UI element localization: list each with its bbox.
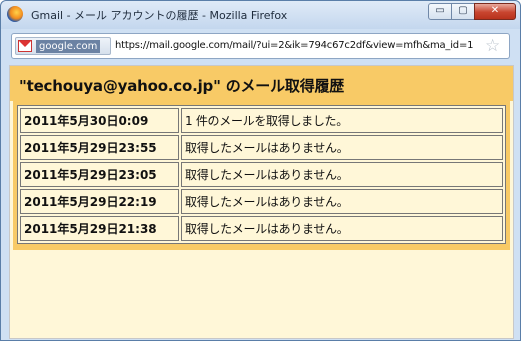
site-label: google.com — [36, 40, 101, 53]
row-date: 2011年5月29日21:38 — [20, 216, 179, 241]
site-identity-button[interactable]: google.com — [15, 37, 111, 55]
gmail-icon — [18, 40, 32, 52]
row-message: 取得したメールはありません。 — [181, 216, 503, 241]
row-message: 取得したメールはありません。 — [181, 189, 503, 214]
browser-window: Gmail - メール アカウントの履歴 - Mozilla Firefox ▭… — [0, 0, 521, 341]
minimize-button[interactable]: ▭ — [428, 3, 452, 20]
table-row: 2011年5月29日21:38 取得したメールはありません。 — [20, 216, 503, 241]
table-row: 2011年5月29日22:19 取得したメールはありません。 — [20, 189, 503, 214]
history-table-frame: 2011年5月30日0:09 1 件のメールを取得しました。 2011年5月29… — [13, 101, 510, 250]
close-button[interactable]: ✕ — [474, 3, 516, 20]
url-text[interactable]: https://mail.google.com/mail/?ui=2&ik=79… — [115, 40, 474, 51]
history-table: 2011年5月30日0:09 1 件のメールを取得しました。 2011年5月29… — [17, 105, 506, 244]
table-row: 2011年5月29日23:05 取得したメールはありません。 — [20, 162, 503, 187]
address-bar[interactable]: google.com https://mail.google.com/mail/… — [11, 33, 510, 59]
row-date: 2011年5月30日0:09 — [20, 108, 179, 133]
maximize-button[interactable]: ▢ — [451, 3, 475, 20]
row-message: 1 件のメールを取得しました。 — [181, 108, 503, 133]
firefox-icon — [7, 6, 23, 22]
table-row: 2011年5月30日0:09 1 件のメールを取得しました。 — [20, 108, 503, 133]
page-content: "techouya@yahoo.co.jp" のメール取得履歴 2011年5月3… — [9, 65, 514, 339]
header-band: "techouya@yahoo.co.jp" のメール取得履歴 — [10, 66, 513, 101]
row-message: 取得したメールはありません。 — [181, 135, 503, 160]
window-title: Gmail - メール アカウントの履歴 - Mozilla Firefox — [31, 9, 288, 22]
title-bar[interactable]: Gmail - メール アカウントの履歴 - Mozilla Firefox ▭… — [1, 1, 520, 29]
star-icon[interactable]: ☆ — [485, 36, 500, 56]
page-title: "techouya@yahoo.co.jp" のメール取得履歴 — [19, 77, 345, 95]
row-date: 2011年5月29日22:19 — [20, 189, 179, 214]
table-row: 2011年5月29日23:55 取得したメールはありません。 — [20, 135, 503, 160]
row-message: 取得したメールはありません。 — [181, 162, 503, 187]
row-date: 2011年5月29日23:55 — [20, 135, 179, 160]
row-date: 2011年5月29日23:05 — [20, 162, 179, 187]
